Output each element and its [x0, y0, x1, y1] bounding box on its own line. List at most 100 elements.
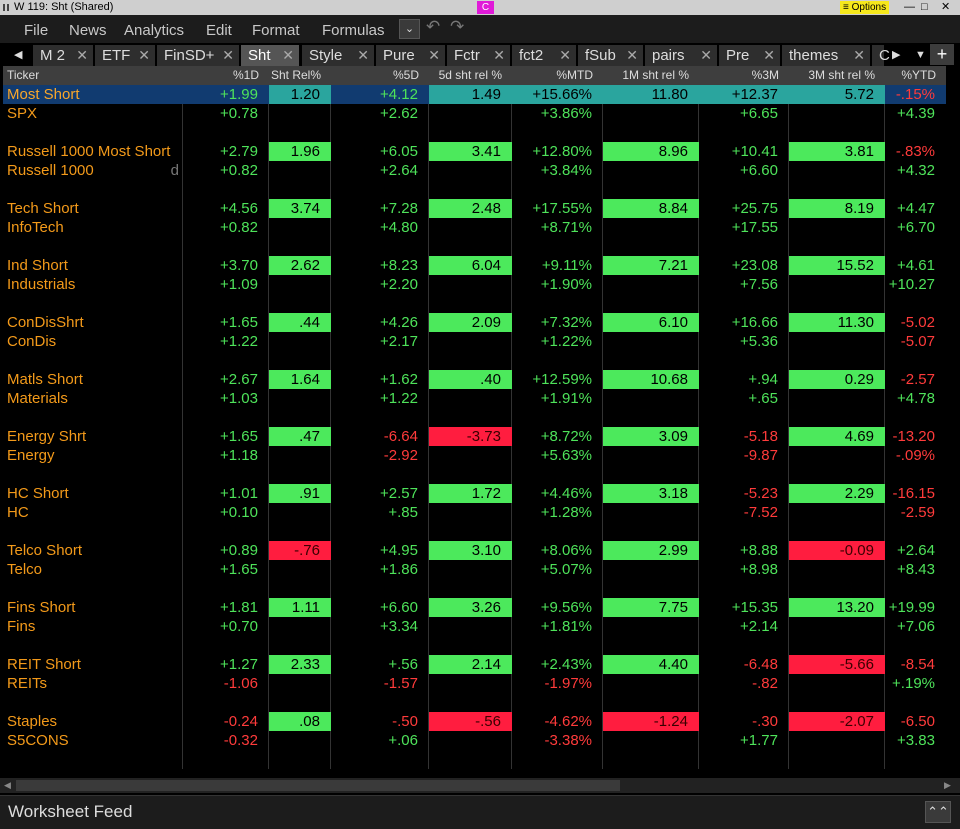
- value-cell[interactable]: +2.64: [885, 541, 946, 560]
- value-cell[interactable]: +2.43%: [512, 655, 603, 674]
- tab-close-icon[interactable]: ✕: [282, 45, 294, 66]
- value-cell[interactable]: +3.84%: [512, 161, 603, 180]
- table-row[interactable]: Most Short +1.99 1.20 +4.12 1.49 +15.66% 11.80…: [3, 85, 946, 104]
- value-cell[interactable]: +3.34: [331, 617, 429, 636]
- value-cell[interactable]: +7.32%: [512, 313, 603, 332]
- value-cell[interactable]: +1.22: [331, 389, 429, 408]
- value-cell[interactable]: [269, 731, 331, 750]
- ticker-cell[interactable]: ConDisShrt: [3, 313, 183, 332]
- table-row[interactable]: Russell 1000 Most Short +2.79 1.96 +6.05 3.4…: [3, 142, 946, 161]
- value-cell[interactable]: [269, 161, 331, 180]
- value-cell[interactable]: +5.07%: [512, 560, 603, 579]
- value-cell[interactable]: 3.81: [789, 142, 885, 161]
- value-cell[interactable]: [429, 446, 512, 465]
- value-cell[interactable]: -5.23: [699, 484, 789, 503]
- tab-c[interactable]: C: [872, 45, 890, 66]
- value-cell[interactable]: +8.06%: [512, 541, 603, 560]
- value-cell[interactable]: +8.98: [699, 560, 789, 579]
- value-cell[interactable]: -.30: [699, 712, 789, 731]
- value-cell[interactable]: +1.22%: [512, 332, 603, 351]
- table-row[interactable]: HC +0.10 +.85 +1.28% -7.52 -2.59: [3, 503, 946, 522]
- ticker-cell[interactable]: Materials: [3, 389, 183, 408]
- value-cell[interactable]: +1.28%: [512, 503, 603, 522]
- value-cell[interactable]: [789, 617, 885, 636]
- value-cell[interactable]: +8.43: [885, 560, 946, 579]
- close-icon[interactable]: ✕: [941, 0, 950, 15]
- table-row[interactable]: ConDisShrt +1.65.44 +4.26 2.09 +7.32% 6.10 +16…: [3, 313, 946, 332]
- ticker-cell[interactable]: REIT Short: [3, 655, 183, 674]
- tab-fsub[interactable]: fSub ✕: [578, 45, 643, 66]
- menu-news[interactable]: News: [69, 15, 107, 43]
- value-cell[interactable]: +1.65: [183, 313, 269, 332]
- tab-pairs[interactable]: pairs ✕: [645, 45, 717, 66]
- value-cell[interactable]: 4.69: [789, 427, 885, 446]
- ticker-cell[interactable]: REITs: [3, 674, 183, 693]
- value-cell[interactable]: +4.39: [885, 104, 946, 123]
- value-cell[interactable]: -6.50: [885, 712, 946, 731]
- value-cell[interactable]: 2.48: [429, 199, 512, 218]
- value-cell[interactable]: [429, 218, 512, 237]
- value-cell[interactable]: +6.60: [699, 161, 789, 180]
- value-cell[interactable]: +4.47: [885, 199, 946, 218]
- tab-close-icon[interactable]: ✕: [357, 45, 369, 66]
- column-header-col4[interactable]: 5d sht rel %: [429, 66, 512, 85]
- value-cell[interactable]: 1.11: [269, 598, 331, 617]
- value-cell[interactable]: +9.11%: [512, 256, 603, 275]
- value-cell[interactable]: +2.79: [183, 142, 269, 161]
- tab-close-icon[interactable]: ✕: [700, 45, 712, 66]
- value-cell[interactable]: [429, 731, 512, 750]
- minimize-icon[interactable]: —: [904, 0, 915, 15]
- value-cell[interactable]: +1.27: [183, 655, 269, 674]
- value-cell[interactable]: 7.75: [603, 598, 699, 617]
- tab-etf[interactable]: ETF ✕: [95, 45, 155, 66]
- value-cell[interactable]: 1.49: [429, 85, 512, 104]
- value-cell[interactable]: .47: [269, 427, 331, 446]
- value-cell[interactable]: [429, 389, 512, 408]
- value-cell[interactable]: +8.88: [699, 541, 789, 560]
- value-cell[interactable]: +1.81: [183, 598, 269, 617]
- value-cell[interactable]: 10.68: [603, 370, 699, 389]
- value-cell[interactable]: .08: [269, 712, 331, 731]
- ticker-cell[interactable]: HC Short: [3, 484, 183, 503]
- table-row[interactable]: Matls Short +2.67 1.64 +1.62.40 +12.59% 10.68…: [3, 370, 946, 389]
- tab-scroll-right-icon[interactable]: ▶: [892, 45, 900, 66]
- menu-dropdown-icon[interactable]: ⌄: [399, 19, 420, 39]
- value-cell[interactable]: +6.60: [331, 598, 429, 617]
- value-cell[interactable]: +2.14: [699, 617, 789, 636]
- value-cell[interactable]: .40: [429, 370, 512, 389]
- value-cell[interactable]: +8.23: [331, 256, 429, 275]
- menu-file[interactable]: File: [24, 15, 48, 43]
- tab-close-icon[interactable]: ✕: [626, 45, 638, 66]
- value-cell[interactable]: +8.71%: [512, 218, 603, 237]
- value-cell[interactable]: +.85: [331, 503, 429, 522]
- channel-badge[interactable]: C: [477, 1, 494, 14]
- value-cell[interactable]: +4.12: [331, 85, 429, 104]
- value-cell[interactable]: [429, 275, 512, 294]
- value-cell[interactable]: [789, 161, 885, 180]
- value-cell[interactable]: -6.48: [699, 655, 789, 674]
- value-cell[interactable]: +0.82: [183, 161, 269, 180]
- column-header-col3[interactable]: %5D: [331, 66, 429, 85]
- value-cell[interactable]: -0.09: [789, 541, 885, 560]
- value-cell[interactable]: [603, 104, 699, 123]
- value-cell[interactable]: -.76: [269, 541, 331, 560]
- value-cell[interactable]: 5.72: [789, 85, 885, 104]
- value-cell[interactable]: 6.10: [603, 313, 699, 332]
- value-cell[interactable]: 2.29: [789, 484, 885, 503]
- tab-close-icon[interactable]: ✕: [138, 45, 150, 66]
- value-cell[interactable]: [603, 446, 699, 465]
- value-cell[interactable]: 3.41: [429, 142, 512, 161]
- table-row[interactable]: Fins +0.70 +3.34 +1.81% +2.14 +7.06: [3, 617, 946, 636]
- value-cell[interactable]: [269, 503, 331, 522]
- tab-close-icon[interactable]: ✕: [222, 45, 234, 66]
- value-cell[interactable]: [789, 503, 885, 522]
- value-cell[interactable]: +2.67: [183, 370, 269, 389]
- value-cell[interactable]: +12.59%: [512, 370, 603, 389]
- column-header-col7[interactable]: %3M: [699, 66, 789, 85]
- ticker-cell[interactable]: HC: [3, 503, 183, 522]
- value-cell[interactable]: 8.96: [603, 142, 699, 161]
- value-cell[interactable]: -9.87: [699, 446, 789, 465]
- value-cell[interactable]: +1.65: [183, 427, 269, 446]
- value-cell[interactable]: -.50: [331, 712, 429, 731]
- value-cell[interactable]: -2.92: [331, 446, 429, 465]
